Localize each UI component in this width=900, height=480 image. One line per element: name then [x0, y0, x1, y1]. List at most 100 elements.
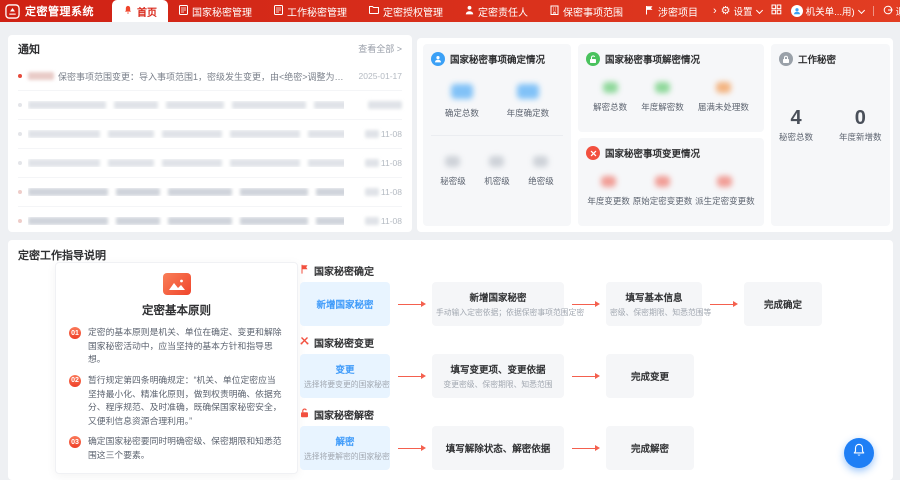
nav-more-arrow[interactable]: ›	[709, 5, 721, 17]
stat-change-original: 原始定密变更数	[633, 174, 693, 207]
nav-item-work-secret[interactable]: 工作秘密管理	[263, 0, 358, 22]
logout-button[interactable]: 退出	[883, 4, 900, 18]
guide-section-title: 定密工作指导说明	[18, 247, 883, 263]
view-all-link[interactable]: 查看全部 >	[358, 42, 402, 55]
settings-menu[interactable]: ⚙ 设置	[721, 4, 762, 18]
app-header: 定密管理系统 首页 国家秘密管理 工作秘密管理 定密授权管理	[0, 0, 900, 22]
avatar	[791, 5, 803, 17]
document-icon	[179, 5, 188, 18]
stat-declassify-total: 解密总数	[593, 80, 627, 113]
unread-dot	[18, 132, 22, 136]
redacted-value	[716, 82, 731, 93]
userbar: ⚙ 设置 机关单...用) 退出	[721, 4, 900, 18]
flow-label-declassify: 国家秘密解密	[300, 408, 888, 420]
flow-step: 填写变更项、变更依据 变更密级、保密期限、知悉范围	[432, 354, 564, 398]
principle-item: 02 暂行规定第四条明确规定：“机关、单位定密应当坚持最小化、精准化原则，做到权…	[69, 374, 284, 429]
notice-date: 11-08	[350, 216, 402, 226]
redacted-text	[28, 130, 344, 138]
nav-item-responsible-person[interactable]: 定密责任人	[454, 0, 539, 22]
stats-overview: 国家秘密事项确定情况 确定总数 年度确定数 秘密级 机密级	[417, 38, 893, 232]
flow-step-change[interactable]: 变更 选择将要变更的国家秘密	[300, 354, 390, 398]
redacted-value	[655, 176, 670, 187]
gear-icon: ⚙	[721, 6, 731, 17]
logout-icon	[883, 5, 893, 18]
notice-title: 通知	[18, 41, 40, 57]
principle-item: 01 定密的基本原则是机关、单位在确定、变更和解除国家秘密活动中，应当坚持的基本…	[69, 326, 284, 367]
flow-label-change: 国家秘密变更	[300, 336, 888, 348]
redacted-text	[28, 72, 54, 80]
app-logo-icon	[5, 4, 20, 19]
stat-change-derived: 派生定密变更数	[695, 174, 755, 207]
panel-title: 国家秘密事项确定情况	[450, 52, 545, 66]
notice-row[interactable]	[18, 91, 402, 120]
notice-panel: 通知 查看全部 > 保密事项范围变更：导入事项范围1，密级发生变更，由<绝密>调…	[8, 35, 412, 232]
notice-date: 11-08	[350, 129, 402, 139]
principle-card: 定密基本原则 01 定密的基本原则是机关、单位在确定、变更和解除国家秘密活动中，…	[55, 262, 298, 474]
document-icon	[274, 5, 283, 18]
flow-step: 填写基本信息 密级、保密期限、知悉范围等	[606, 282, 702, 326]
flow-step: 填写解除状态、解密依据	[432, 426, 564, 470]
flow-diagrams: 国家秘密确定 新增国家秘密 新增国家秘密 手动输入定密依据；依据保密事项范围定密…	[300, 264, 888, 480]
user-name: 机关单...用)	[806, 4, 855, 18]
nav-item-classified-project[interactable]: 涉密项目	[634, 0, 709, 22]
unread-dot	[18, 190, 22, 194]
bell-icon	[852, 443, 866, 463]
arrow-right-icon	[572, 448, 598, 449]
flag-icon	[645, 5, 654, 18]
stat-work-yearly-new: 0 年度新增数	[839, 108, 882, 143]
change-x-icon	[586, 146, 600, 160]
redacted-text	[28, 217, 344, 225]
chevron-down-icon	[858, 6, 865, 13]
flow-step: 新增国家秘密 手动输入定密依据；依据保密事项范围定密	[432, 282, 564, 326]
arrow-right-icon	[398, 448, 424, 449]
notice-row[interactable]: 11-08	[18, 207, 402, 235]
apps-grid-button[interactable]	[771, 4, 782, 18]
redacted-value	[533, 156, 548, 167]
notice-row[interactable]: 11-08	[18, 178, 402, 207]
panel-change: 国家秘密事项变更情况 年度变更数 原始定密变更数 派生定密变更数	[578, 138, 764, 226]
nav-item-secrecy-scope[interactable]: 保密事项范围	[539, 0, 634, 22]
item-number-badge: 03	[69, 436, 81, 448]
nav-item-home[interactable]: 首页	[112, 0, 168, 22]
determine-person-icon	[431, 52, 445, 66]
arrow-right-icon	[572, 376, 598, 377]
panel-title: 国家秘密事项解密情况	[605, 52, 700, 66]
unread-dot	[18, 219, 22, 223]
picture-icon	[163, 273, 191, 295]
redacted-value	[489, 156, 504, 167]
flow-step: 完成确定	[744, 282, 822, 326]
notice-row[interactable]: 保密事项范围变更：导入事项范围1，密级发生变更，由<绝密>调整为<内部>，请及时…	[18, 62, 402, 91]
flow-step-add-secret[interactable]: 新增国家秘密	[300, 282, 390, 326]
redacted-value	[445, 156, 460, 167]
nav-item-national-secret[interactable]: 国家秘密管理	[168, 0, 263, 22]
redacted-text	[28, 101, 344, 109]
stat-determine-total: 确定总数	[445, 84, 479, 119]
notice-row[interactable]: 11-08	[18, 149, 402, 178]
flow-step: 完成解密	[606, 426, 694, 470]
stat-determine-yearly: 年度确定数	[507, 84, 550, 119]
stat-level-confidential: 机密级	[484, 154, 510, 187]
unlock-icon	[300, 408, 309, 421]
flow-step-declassify[interactable]: 解密 选择将要解密的国家秘密	[300, 426, 390, 470]
divider	[431, 135, 563, 136]
change-x-icon	[300, 336, 309, 348]
stat-declassify-yearly: 年度解密数	[641, 80, 684, 113]
unread-dot	[18, 161, 22, 165]
redacted-text	[28, 159, 344, 167]
stat-level-top-secret: 绝密级	[528, 154, 554, 187]
notice-row[interactable]: 11-08	[18, 120, 402, 149]
user-menu[interactable]: 机关单...用)	[791, 4, 864, 18]
notice-date: 2025-01-17	[350, 71, 402, 81]
redacted-value	[517, 84, 539, 99]
notification-fab[interactable]	[844, 438, 874, 468]
arrow-right-icon	[398, 376, 424, 377]
notice-date	[350, 101, 402, 109]
arrow-right-icon	[398, 304, 424, 305]
principle-item: 03 确定国家秘密要同时明确密级、保密期限和知悉范围这三个要素。	[69, 435, 284, 462]
item-number-badge: 01	[69, 327, 81, 339]
stat-declassify-overdue: 届满未处理数	[698, 80, 749, 113]
arrow-right-icon	[710, 304, 736, 305]
panel-declassify: 国家秘密事项解密情况 解密总数 年度解密数 届满未处理数	[578, 44, 764, 132]
redacted-value	[451, 84, 473, 99]
nav-item-authorization[interactable]: 定密授权管理	[358, 0, 454, 22]
